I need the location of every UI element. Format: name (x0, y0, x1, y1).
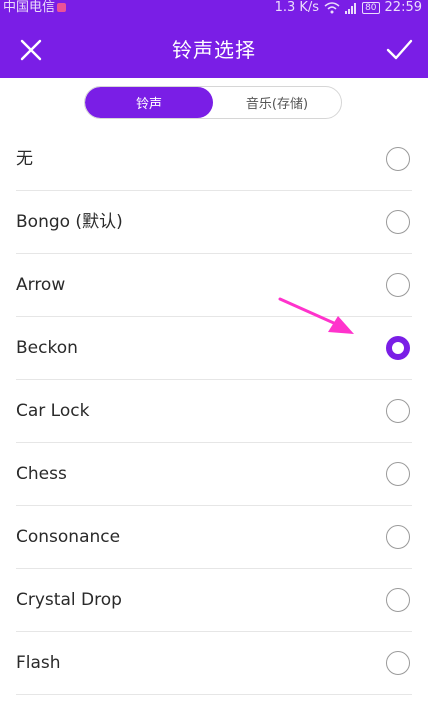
clock: 22:59 (384, 0, 422, 15)
ringtone-row[interactable]: Bongo (默认) (16, 191, 412, 254)
radio-button[interactable] (386, 210, 410, 234)
status-bar: 中国电信 1.3 K/s 80 22:59 (0, 0, 428, 17)
ringtone-label: Beckon (16, 338, 78, 358)
radio-button[interactable] (386, 651, 410, 675)
check-icon[interactable] (385, 36, 413, 64)
ringtone-row[interactable]: Flash (16, 632, 412, 695)
wifi-icon (324, 2, 340, 14)
ringtone-row[interactable]: 无 (16, 128, 412, 191)
battery-icon: 80 (362, 2, 380, 14)
ringtone-label: 无 (16, 149, 33, 169)
tab-switcher: 铃声 音乐(存储) (84, 86, 342, 119)
ringtone-row[interactable]: Beckon (16, 317, 412, 380)
radio-button[interactable] (386, 336, 410, 360)
battery-level: 80 (365, 3, 377, 13)
ringtone-label: Flash (16, 653, 61, 673)
ringtone-label: Arrow (16, 275, 66, 295)
ringtone-row[interactable]: Arrow (16, 254, 412, 317)
signal-icon (345, 2, 357, 14)
notification-icon (57, 3, 67, 12)
tab-music-storage[interactable]: 音乐(存储) (213, 87, 341, 118)
tab-ringtones[interactable]: 铃声 (85, 87, 213, 118)
page-title: 铃声选择 (172, 38, 256, 62)
radio-button[interactable] (386, 462, 410, 486)
ringtone-row[interactable]: Crystal Drop (16, 569, 412, 632)
title-bar: 铃声选择 (0, 17, 428, 78)
ringtone-label: Crystal Drop (16, 590, 122, 610)
ringtone-label: Bongo (默认) (16, 212, 123, 232)
radio-button[interactable] (386, 273, 410, 297)
status-right: 1.3 K/s 80 22:59 (275, 0, 422, 16)
ringtone-label: Consonance (16, 527, 121, 547)
ringtone-list: 无 Bongo (默认) Arrow Beckon Car Lock Chess… (0, 128, 428, 695)
radio-button[interactable] (386, 588, 410, 612)
radio-button[interactable] (386, 399, 410, 423)
ringtone-row[interactable]: Consonance (16, 506, 412, 569)
radio-button[interactable] (386, 525, 410, 549)
ringtone-row[interactable]: Car Lock (16, 380, 412, 443)
ringtone-row[interactable]: Chess (16, 443, 412, 506)
radio-button[interactable] (386, 147, 410, 171)
carrier-label: 中国电信 (3, 0, 67, 16)
ringtone-label: Chess (16, 464, 67, 484)
network-speed: 1.3 K/s (274, 0, 320, 15)
ringtone-label: Car Lock (16, 401, 90, 421)
carrier-name: 中国电信 (3, 0, 56, 15)
